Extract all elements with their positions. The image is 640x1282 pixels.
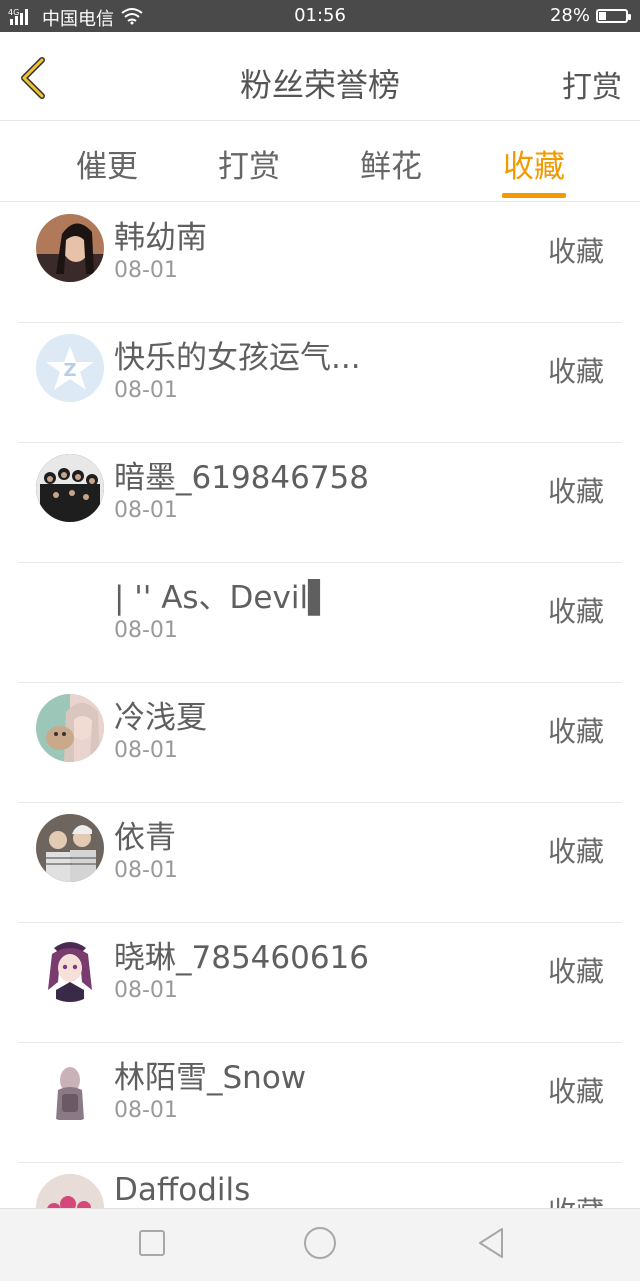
list-item[interactable]: Z 快乐的女孩运气... 08-01 收藏 [18, 322, 622, 443]
page-title: 粉丝荣誉榜 [239, 66, 400, 104]
recents-button[interactable] [134, 1225, 170, 1261]
list-item[interactable]: 暗墨_619846758 08-01 收藏 [18, 442, 622, 563]
user-name: Daffodils [114, 1172, 251, 1208]
avatar: Z [36, 334, 104, 402]
list-item[interactable]: | '' As、Devil▌ 08-01 收藏 [18, 562, 622, 683]
avatar [36, 1054, 104, 1122]
action-label: 收藏 [547, 475, 604, 508]
date: 08-01 [114, 978, 178, 1003]
action-label: 收藏 [547, 955, 604, 988]
user-name: 韩幼南 [114, 220, 207, 256]
battery-icon [596, 8, 631, 23]
action-label: 收藏 [547, 355, 604, 388]
tab-bar: 催更 打赏 鲜花 收藏 [0, 121, 640, 202]
user-name: 晓琳_785460616 [114, 940, 370, 976]
user-name: 依青 [114, 820, 176, 856]
square-icon [139, 1230, 165, 1256]
date: 08-01 [114, 378, 178, 403]
triangle-back-icon [479, 1228, 503, 1258]
action-label: 收藏 [547, 595, 604, 628]
date: 08-01 [114, 1098, 178, 1123]
tab-reward[interactable]: 打赏 [189, 141, 309, 186]
battery-percent: 28% [549, 5, 590, 26]
action-label: 收藏 [547, 835, 604, 868]
avatar [36, 214, 104, 282]
list-item[interactable]: 依青 08-01 收藏 [18, 802, 622, 923]
avatar [36, 934, 104, 1002]
list-item[interactable]: 冷浅夏 08-01 收藏 [18, 682, 622, 803]
circle-icon [304, 1227, 336, 1259]
list-item[interactable]: 林陌雪_Snow 08-01 收藏 [18, 1042, 622, 1163]
status-right: 28% [549, 5, 631, 26]
tab-flowers[interactable]: 鲜花 [331, 141, 451, 186]
avatar [36, 694, 104, 762]
tab-favorites[interactable]: 收藏 [474, 141, 594, 186]
home-button[interactable] [302, 1225, 338, 1261]
action-label: 收藏 [547, 235, 604, 268]
list-item[interactable]: 韩幼南 08-01 收藏 [18, 202, 622, 323]
system-back-button[interactable] [474, 1225, 510, 1261]
list-item[interactable]: 晓琳_785460616 08-01 收藏 [18, 922, 622, 1043]
reward-button[interactable]: 打赏 [562, 62, 622, 106]
user-name: 快乐的女孩运气... [114, 340, 361, 376]
svg-text:Z: Z [63, 360, 76, 381]
status-time: 01:56 [294, 5, 346, 26]
date: 08-01 [114, 738, 178, 763]
date: 08-01 [114, 258, 178, 283]
avatar [36, 574, 104, 642]
date: 08-01 [114, 498, 178, 523]
tab-urge[interactable]: 催更 [47, 141, 167, 186]
status-bar: 4G 中国电信 01:56 28% [0, 0, 640, 32]
avatar [36, 814, 104, 882]
action-label: 收藏 [547, 1075, 604, 1108]
date: 08-01 [114, 858, 178, 883]
avatar [36, 454, 104, 522]
date: 08-01 [114, 618, 178, 643]
action-label: 收藏 [547, 715, 604, 748]
user-name: | '' As、Devil▌ [114, 580, 332, 616]
system-nav-bar [0, 1208, 640, 1281]
header: 粉丝荣誉榜 打赏 [0, 32, 640, 121]
active-tab-indicator [502, 193, 566, 198]
user-name: 林陌雪_Snow [114, 1060, 307, 1096]
user-name: 暗墨_619846758 [114, 460, 370, 496]
user-name: 冷浅夏 [114, 700, 207, 736]
